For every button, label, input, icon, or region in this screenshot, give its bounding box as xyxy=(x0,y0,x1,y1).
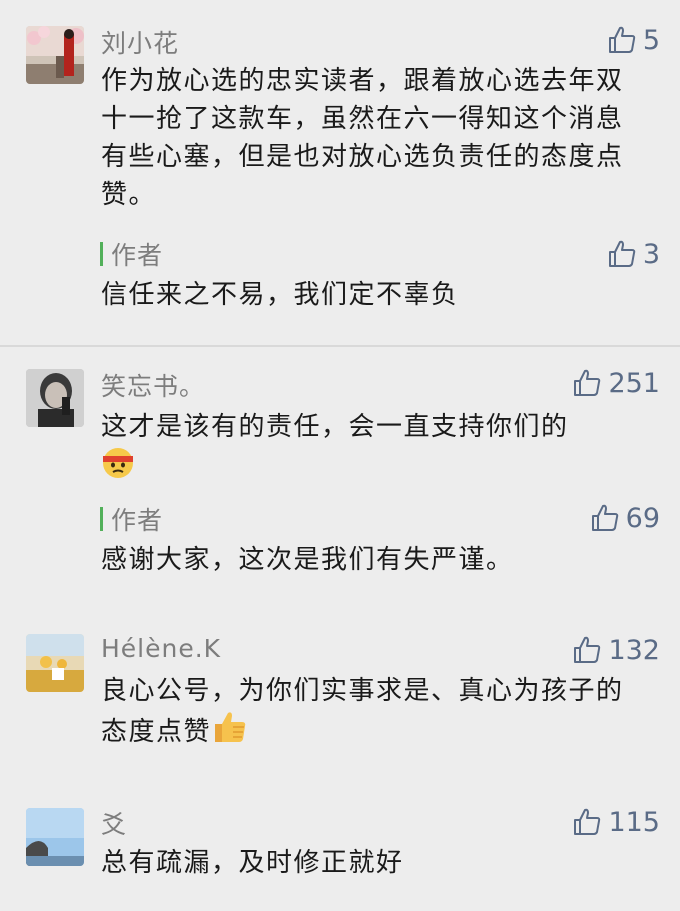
author-label: 作者 xyxy=(111,506,164,535)
reply-like-button[interactable]: 69 xyxy=(590,502,660,534)
like-count: 3 xyxy=(642,238,660,270)
reply-text: 信任来之不易，我们定不辜负 xyxy=(101,280,459,310)
comment-text: 总有疏漏，及时修正就好 xyxy=(101,848,404,878)
comment-nickname: 刘小花 xyxy=(101,29,180,58)
comment-text: 作为放心选的忠实读者，跟着放心选去年双十一抢了这款车，虽然在六一得知这个消息有些… xyxy=(101,66,624,210)
reply-text: 感谢大家，这次是我们有失严谨。 xyxy=(101,545,514,575)
comment-nickname: 爻 xyxy=(101,810,128,839)
author-reply-label: 作者 xyxy=(100,501,163,537)
comment-nickname: 笑忘书。 xyxy=(101,372,206,401)
like-count: 115 xyxy=(608,806,660,838)
author-reply-label: 作者 xyxy=(100,236,163,272)
comment-text: 这才是该有的责任，会一直支持你们的 xyxy=(101,412,569,442)
like-count: 5 xyxy=(642,24,660,56)
like-button[interactable]: 5 xyxy=(607,24,660,56)
comment-text-block: 良心公号，为你们实事求是、真心为孩子的态度点赞 xyxy=(101,672,646,755)
ninja-face-emoji xyxy=(101,446,135,491)
comment-list: 笑忘书。 251 这才是该有的责任，会一直支持你们的 作者 69 感谢大家，这次… xyxy=(0,347,680,911)
like-button[interactable]: 115 xyxy=(572,806,660,838)
comment-nickname: Hélène.K xyxy=(101,634,222,663)
like-count: 251 xyxy=(608,367,660,399)
thumbs-up-icon xyxy=(607,25,637,55)
thumbs-up-icon xyxy=(572,635,602,665)
author-marker xyxy=(100,242,103,266)
comment-card-featured: 刘小花 5 作为放心选的忠实读者，跟着放心选去年双十一抢了这款车，虽然在六一得知… xyxy=(0,0,680,345)
like-count: 69 xyxy=(625,502,660,534)
author-label: 作者 xyxy=(111,241,164,270)
avatar[interactable] xyxy=(26,808,84,866)
avatar[interactable] xyxy=(26,369,84,427)
avatar[interactable] xyxy=(26,26,84,84)
thumbs-up-icon xyxy=(590,503,620,533)
author-marker xyxy=(100,507,103,531)
like-button[interactable]: 251 xyxy=(572,367,660,399)
comment-text-block: 这才是该有的责任，会一直支持你们的 xyxy=(101,408,646,491)
thumbs-up-icon xyxy=(572,368,602,398)
comment-text: 良心公号，为你们实事求是、真心为孩子的态度点赞 xyxy=(101,676,624,747)
reply-like-button[interactable]: 3 xyxy=(607,238,660,270)
thumbs-up-icon xyxy=(607,239,637,269)
thumbs-up-emoji xyxy=(211,710,247,755)
like-button[interactable]: 132 xyxy=(572,634,660,666)
like-count: 132 xyxy=(608,634,660,666)
thumbs-up-icon xyxy=(572,807,602,837)
avatar[interactable] xyxy=(26,634,84,692)
